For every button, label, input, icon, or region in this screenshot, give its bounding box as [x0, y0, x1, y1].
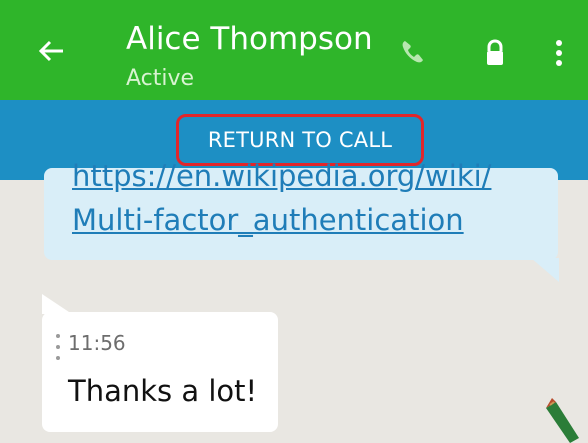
message-menu-icon[interactable] [56, 334, 62, 360]
more-vertical-icon [556, 40, 562, 66]
chat-screen: Alice Thompson Active RETURN TO CALL htt… [0, 0, 588, 443]
more-options-button[interactable] [542, 36, 576, 70]
lock-icon [487, 39, 503, 65]
pencil-icon [546, 398, 579, 443]
arrow-left-icon [38, 40, 63, 62]
contact-name: Alice Thompson [126, 21, 373, 57]
message-timestamp: 11:56 [68, 331, 126, 355]
call-button[interactable] [396, 36, 430, 70]
phone-icon [402, 41, 423, 63]
incoming-message-bubble: 11:56 Thanks a lot! [42, 294, 278, 432]
encryption-lock-button[interactable] [478, 36, 512, 70]
message-text: Thanks a lot! [68, 374, 258, 408]
message-link-line-2[interactable]: Multi-factor_authentication [72, 202, 464, 238]
back-button[interactable] [34, 33, 70, 69]
outgoing-message-bubble: https://en.wikipedia.org/wiki/ Multi-fac… [44, 159, 559, 282]
message-link-line-1[interactable]: https://en.wikipedia.org/wiki/ [72, 158, 491, 194]
contact-status: Active [126, 66, 195, 91]
app-bar: Alice Thompson Active [0, 0, 588, 100]
